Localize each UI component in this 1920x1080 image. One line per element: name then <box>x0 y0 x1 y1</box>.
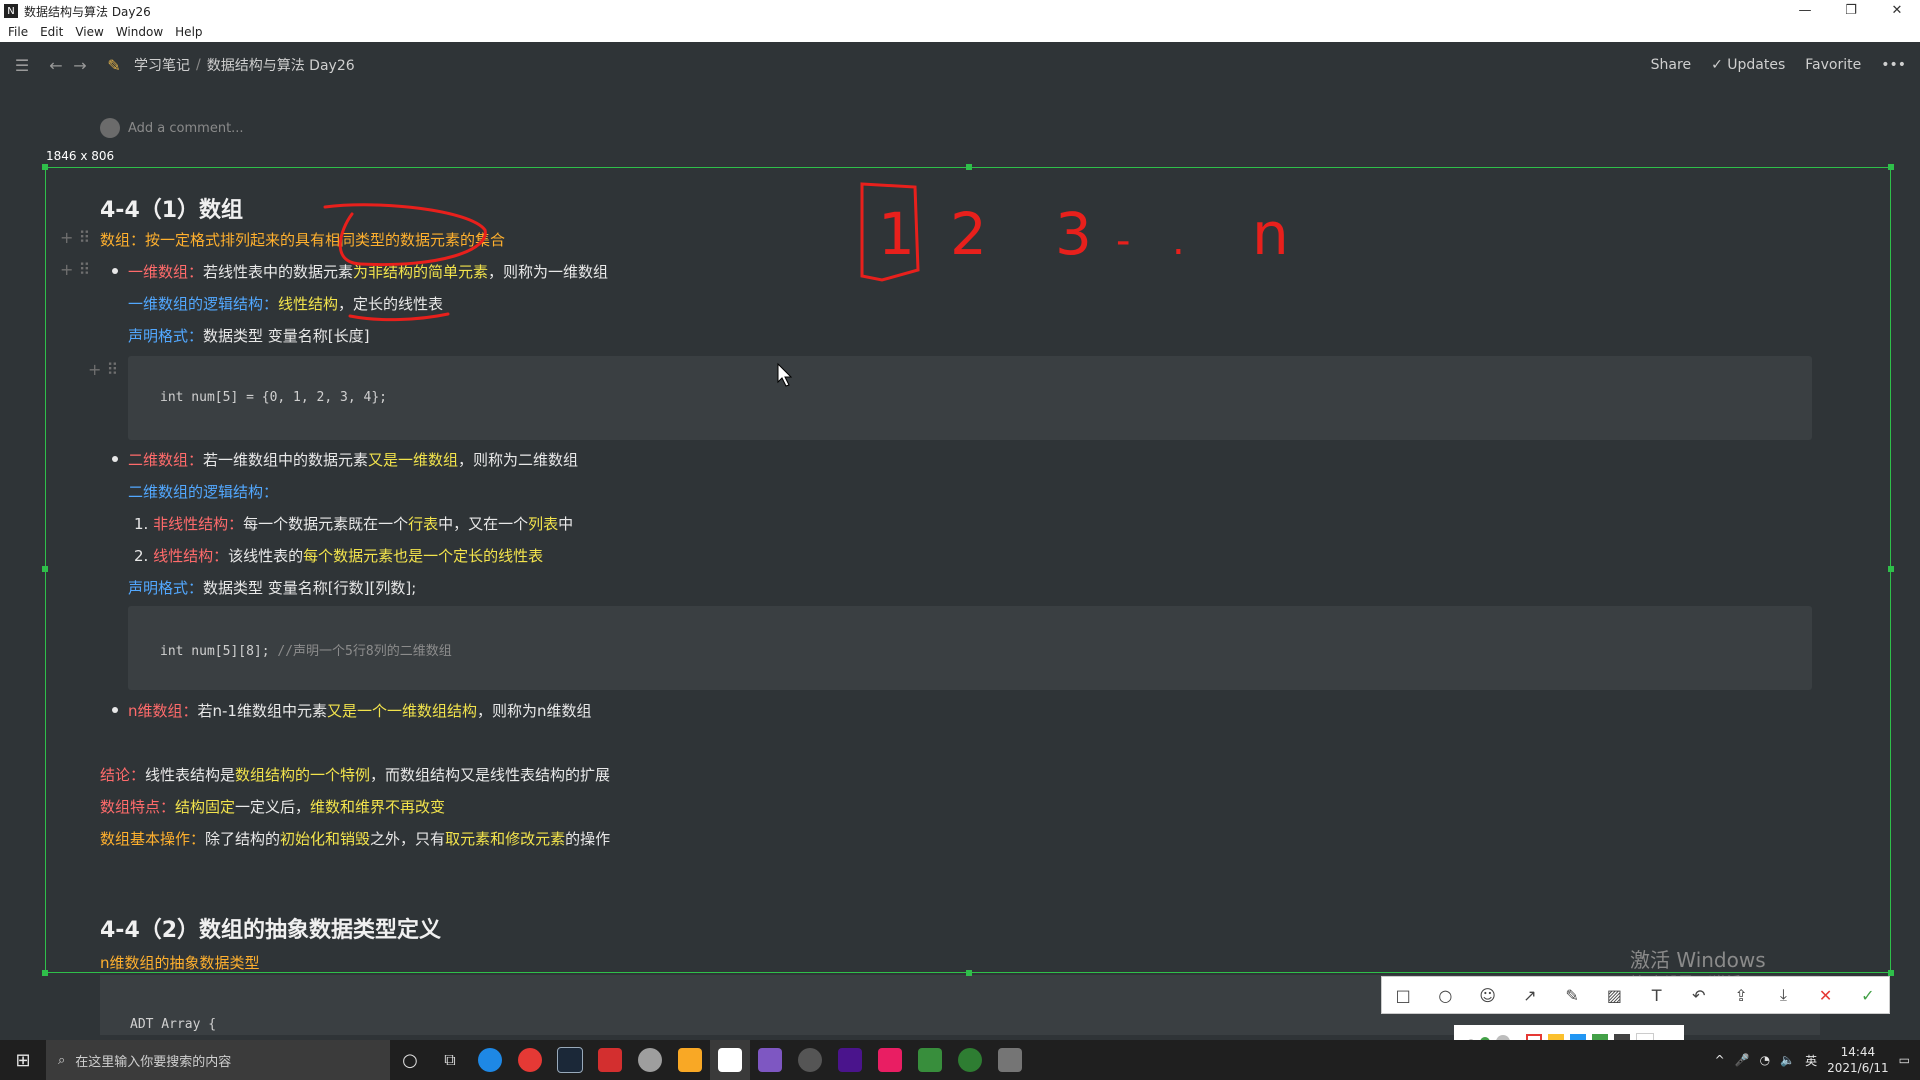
unity-icon[interactable] <box>630 1040 670 1080</box>
share-icon[interactable]: ⇪ <box>1729 986 1753 1005</box>
tray-overflow-icon[interactable]: ^ <box>1715 1053 1725 1067</box>
resize-handle[interactable] <box>1888 164 1894 170</box>
clock-time: 14:44 <box>1840 1045 1876 1059</box>
ime-indicator[interactable]: 英 <box>1805 1052 1817 1069</box>
file-explorer-icon[interactable] <box>670 1040 710 1080</box>
visual-studio-icon[interactable] <box>750 1040 790 1080</box>
resize-handle[interactable] <box>42 566 48 572</box>
chrome-icon[interactable] <box>510 1040 550 1080</box>
edge-icon[interactable] <box>470 1040 510 1080</box>
obs-icon[interactable] <box>790 1040 830 1080</box>
undo-icon[interactable]: ↶ <box>1687 986 1711 1005</box>
microphone-icon[interactable]: 🎤 <box>1735 1053 1750 1067</box>
volume-icon[interactable]: 🔈 <box>1780 1053 1795 1067</box>
windows-start-icon[interactable]: ⊞ <box>0 1050 46 1071</box>
activate-windows-title: 激活 Windows <box>1630 948 1766 972</box>
search-placeholder: 在这里输入你要搜索的内容 <box>75 1054 232 1070</box>
resize-handle[interactable] <box>1888 566 1894 572</box>
notification-icon[interactable]: ▭ <box>1899 1053 1910 1067</box>
clock-date: 2021/6/11 <box>1827 1061 1889 1075</box>
cortana-icon[interactable]: ○ <box>390 1040 430 1080</box>
arrow-tool-icon[interactable]: ↗ <box>1518 986 1542 1005</box>
network-icon[interactable]: ◔ <box>1760 1053 1770 1067</box>
cancel-icon[interactable]: ✕ <box>1814 986 1838 1005</box>
resize-handle[interactable] <box>42 164 48 170</box>
green-app-icon[interactable] <box>910 1040 950 1080</box>
selection-frame[interactable] <box>42 164 1894 976</box>
windows-taskbar: ⊞ ⌕ 在这里输入你要搜索的内容 ○ ⧉ ^ 🎤 ◔ 🔈 英 14:44 202… <box>0 1040 1920 1080</box>
resize-handle[interactable] <box>42 970 48 976</box>
taskbar-search[interactable]: ⌕ 在这里输入你要搜索的内容 <box>46 1040 390 1080</box>
resize-handle[interactable] <box>966 164 972 170</box>
resize-handle[interactable] <box>966 970 972 976</box>
annotation-toolbar: □ ○ ☺ ↗ ✎ ▨ T ↶ ⇪ ⤓ ✕ ✓ <box>1381 976 1890 1014</box>
sticker-tool-icon[interactable]: ☺ <box>1476 986 1500 1005</box>
steam-icon[interactable] <box>550 1040 590 1080</box>
system-tray: ^ 🎤 ◔ 🔈 英 14:44 2021/6/11 ▭ <box>1715 1040 1920 1080</box>
clock[interactable]: 14:44 2021/6/11 <box>1827 1044 1889 1076</box>
pink-app-icon[interactable] <box>870 1040 910 1080</box>
red-app-icon[interactable] <box>590 1040 630 1080</box>
pen-tool-icon[interactable]: ✎ <box>1560 986 1584 1005</box>
purple-app-icon[interactable] <box>830 1040 870 1080</box>
ellipse-tool-icon[interactable]: ○ <box>1433 986 1457 1005</box>
task-view-icon[interactable]: ⧉ <box>430 1040 470 1080</box>
wechat-icon[interactable] <box>950 1040 990 1080</box>
notion-icon[interactable] <box>710 1040 750 1080</box>
download-icon[interactable]: ⤓ <box>1771 985 1795 1005</box>
rectangle-tool-icon[interactable]: □ <box>1391 986 1415 1005</box>
confirm-icon[interactable]: ✓ <box>1856 986 1880 1005</box>
gray-app-icon[interactable] <box>990 1040 1030 1080</box>
search-icon: ⌕ <box>58 1052 66 1068</box>
mosaic-tool-icon[interactable]: ▨ <box>1602 986 1626 1005</box>
text-tool-icon[interactable]: T <box>1645 986 1669 1005</box>
